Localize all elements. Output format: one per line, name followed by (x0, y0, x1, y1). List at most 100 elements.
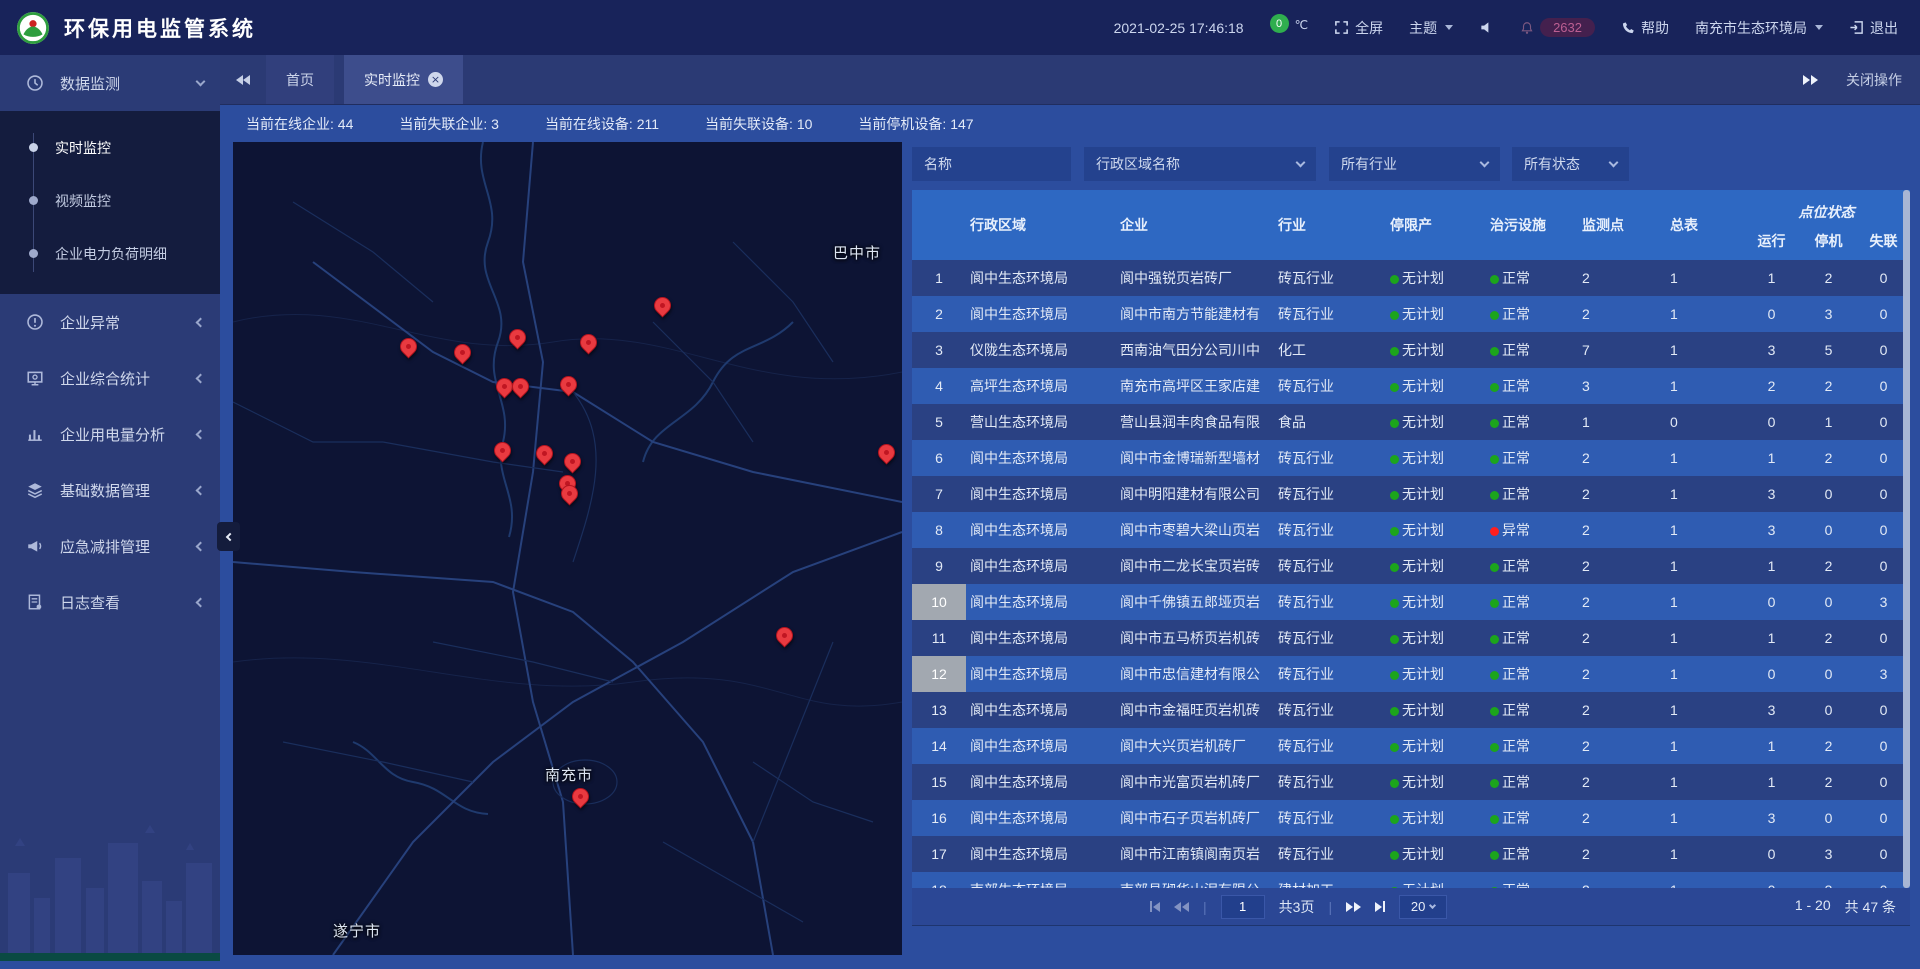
sidebar-subitem-video[interactable]: 视频监控 (0, 174, 220, 227)
cell-region: 阆中生态环境局 (966, 268, 1116, 288)
cell-stop: 无计划 (1386, 700, 1486, 720)
status-dot-icon (1490, 491, 1499, 500)
cell-region: 营山生态环境局 (966, 412, 1116, 432)
close-tab-icon[interactable]: × (428, 72, 443, 87)
bell-icon (1520, 21, 1534, 35)
table-row[interactable]: 10阆中生态环境局阆中千佛镇五郎垭页岩砖瓦行业无计划正常21003 (912, 584, 1910, 620)
stat-label: 当前停机设备: (858, 116, 950, 132)
tabs-scroll-right-button[interactable] (1803, 75, 1818, 85)
cell-region: 阆中生态环境局 (966, 664, 1116, 684)
first-page-button[interactable] (1150, 901, 1160, 912)
logout-button[interactable]: 退出 (1849, 18, 1898, 38)
cell-meter: 1 (1666, 594, 1743, 610)
name-search-input[interactable] (912, 156, 1071, 172)
cell-facility: 正常 (1486, 268, 1578, 288)
sidebar-item-4[interactable]: 基础数据管理 (0, 462, 220, 518)
table-row[interactable]: 12阆中生态环境局阆中市忠信建材有限公砖瓦行业无计划正常21003 (912, 656, 1910, 692)
status-dot-icon (1490, 527, 1499, 536)
status-dot-icon (1390, 311, 1399, 320)
cell-stop: 无计划 (1386, 304, 1486, 324)
sidebar-subitem-realtime[interactable]: 实时监控 (0, 121, 220, 174)
tab-home[interactable]: 首页 (266, 55, 334, 104)
table-scrollbar[interactable] (1903, 190, 1910, 888)
cell-facility: 正常 (1486, 484, 1578, 504)
next-page-button[interactable] (1346, 902, 1361, 912)
table-row[interactable]: 5营山生态环境局营山县润丰肉食品有限食品无计划正常10010 (912, 404, 1910, 440)
close-operations-button[interactable]: 关闭操作 (1846, 70, 1902, 90)
table-row[interactable]: 17阆中生态环境局阆中市江南镇阆南页岩砖瓦行业无计划正常21030 (912, 836, 1910, 872)
sidebar-item-0[interactable]: 数据监测 (0, 55, 220, 111)
fullscreen-icon (1334, 20, 1349, 35)
cell-company: 阆中市江南镇阆南页岩 (1116, 844, 1274, 864)
table-row[interactable]: 14阆中生态环境局阆中大兴页岩机砖厂砖瓦行业无计划正常21120 (912, 728, 1910, 764)
cell-facility: 正常 (1486, 628, 1578, 648)
cell-meter: 1 (1666, 630, 1743, 646)
page-size-select[interactable]: 20 (1399, 895, 1447, 919)
cell-company: 阆中市忠信建材有限公 (1116, 664, 1274, 684)
sidebar-collapse-button[interactable] (217, 522, 240, 551)
sidebar-item-5[interactable]: 应急减排管理 (0, 518, 220, 574)
cell-index: 5 (912, 414, 966, 430)
sidebar-item-1[interactable]: 企业异常 (0, 294, 220, 350)
page-number-input[interactable] (1221, 895, 1265, 919)
pager-range: 1 - 20 共 47 条 (1795, 897, 1910, 917)
table-row[interactable]: 1阆中生态环境局阆中强锐页岩砖厂砖瓦行业无计划正常21120 (912, 260, 1910, 296)
org-menu-button[interactable]: 南充市生态环境局 (1695, 18, 1823, 38)
sidebar-subitem-power-load[interactable]: 企业电力负荷明细 (0, 227, 220, 280)
table-row[interactable]: 16阆中生态环境局阆中市石子页岩机砖厂砖瓦行业无计划正常21300 (912, 800, 1910, 836)
tabs-scroll-left-button[interactable] (220, 55, 266, 104)
sidebar-item-3[interactable]: 企业用电量分析 (0, 406, 220, 462)
status-dot-icon (1490, 707, 1499, 716)
cell-halt: 2 (1800, 630, 1857, 646)
cell-industry: 砖瓦行业 (1274, 592, 1386, 612)
stop-status-label: 无计划 (1402, 378, 1444, 394)
table-row[interactable]: 18南部生态环境局南部县砌华山泥有限公建材加工无计划正常21030 (912, 872, 1910, 888)
sidebar-item-2[interactable]: 企业综合统计 (0, 350, 220, 406)
cell-stop: 无计划 (1386, 412, 1486, 432)
header-stop: 停限产 (1386, 190, 1486, 260)
cell-region: 南部生态环境局 (966, 880, 1116, 888)
status-select[interactable]: 所有状态 (1512, 147, 1629, 181)
chevron-left-icon (196, 597, 206, 607)
cell-region: 阆中生态环境局 (966, 628, 1116, 648)
help-button[interactable]: 帮助 (1621, 18, 1669, 38)
cell-industry: 砖瓦行业 (1274, 556, 1386, 576)
map-canvas[interactable]: 巴中市南充市遂宁市 (233, 142, 902, 955)
mute-speaker-button[interactable] (1479, 20, 1494, 35)
stat-label: 当前失联企业: (399, 116, 491, 132)
facility-status-label: 正常 (1502, 270, 1530, 286)
table-row[interactable]: 2阆中生态环境局阆中市南方节能建材有砖瓦行业无计划正常21030 (912, 296, 1910, 332)
cell-industry: 化工 (1274, 340, 1386, 360)
app-logo-icon (16, 11, 50, 45)
temperature-unit: ℃ (1295, 18, 1308, 32)
stat-value: 3 (491, 116, 499, 132)
cell-index: 17 (912, 846, 966, 862)
table-row[interactable]: 4高坪生态环境局南充市高坪区王家店建砖瓦行业无计划正常31220 (912, 368, 1910, 404)
table-row[interactable]: 6阆中生态环境局阆中市金博瑞新型墙材砖瓦行业无计划正常21120 (912, 440, 1910, 476)
facility-status-label: 正常 (1502, 810, 1530, 826)
table-row[interactable]: 13阆中生态环境局阆中市金福旺页岩机砖砖瓦行业无计划正常21300 (912, 692, 1910, 728)
tab-realtime-monitor[interactable]: 实时监控 × (344, 55, 463, 104)
cell-region: 阆中生态环境局 (966, 304, 1116, 324)
fullscreen-button[interactable]: 全屏 (1334, 18, 1383, 38)
table-row[interactable]: 3仪陇生态环境局西南油气田分公司川中化工无计划正常71350 (912, 332, 1910, 368)
cell-run: 0 (1743, 666, 1800, 682)
sidebar-item-6[interactable]: 日志查看 (0, 574, 220, 630)
table-row[interactable]: 15阆中生态环境局阆中市光富页岩机砖厂砖瓦行业无计划正常21120 (912, 764, 1910, 800)
industry-select[interactable]: 所有行业 (1329, 147, 1500, 181)
table-row[interactable]: 8阆中生态环境局阆中市枣碧大梁山页岩砖瓦行业无计划异常21300 (912, 512, 1910, 548)
prev-page-button[interactable] (1174, 902, 1189, 912)
cell-facility: 正常 (1486, 736, 1578, 756)
presentation-icon (26, 369, 46, 387)
theme-menu-button[interactable]: 主题 (1409, 18, 1453, 38)
cell-monitor: 2 (1578, 594, 1666, 610)
notification-badge[interactable]: 2632 (1520, 18, 1595, 37)
cell-halt: 0 (1800, 702, 1857, 718)
table-row[interactable]: 7阆中生态环境局阆中明阳建材有限公司砖瓦行业无计划正常21300 (912, 476, 1910, 512)
last-page-button[interactable] (1375, 901, 1385, 912)
table-row[interactable]: 9阆中生态环境局阆中市二龙长宝页岩砖砖瓦行业无计划正常21120 (912, 548, 1910, 584)
table-row[interactable]: 11阆中生态环境局阆中市五马桥页岩机砖砖瓦行业无计划正常21120 (912, 620, 1910, 656)
region-select[interactable]: 行政区域名称 (1084, 147, 1316, 181)
chevron-down-icon (1480, 157, 1490, 167)
chevron-left-icon (196, 429, 206, 439)
